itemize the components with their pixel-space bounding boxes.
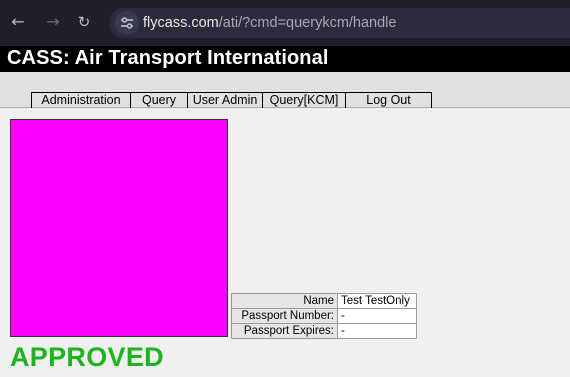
reload-icon[interactable]: ↻ [73,11,95,33]
menu-item-query-kcm[interactable]: Query[KCM] [263,93,346,108]
passport-expires-label: Passport Expires: [231,323,338,339]
menu-item-query[interactable]: Query [131,93,188,108]
crew-info-table: Name Test TestOnly Passport Number: - Pa… [231,293,417,339]
url-host: flycass.com [143,15,219,31]
page-content: CASS: Air Transport International Admini… [0,46,570,377]
menu-item-user-admin[interactable]: User Admin [188,93,263,108]
browser-toolbar: ← → ↻ flycass.com/ati/?cmd=querykcm/hand… [0,0,570,46]
page-header: CASS: Air Transport International [0,46,570,72]
site-settings-icon[interactable] [115,11,139,35]
name-label: Name [231,293,338,309]
name-value: Test TestOnly [337,293,417,309]
passport-expires-value: - [337,323,417,339]
table-row: Passport Expires: - [231,323,417,339]
main-menu: Administration Query User Admin Query[KC… [31,92,432,108]
menu-strip: Administration Query User Admin Query[KC… [0,72,570,108]
url-text[interactable]: flycass.com/ati/?cmd=querykcm/handle [143,8,396,38]
menu-item-administration[interactable]: Administration [32,93,131,108]
table-row: Name Test TestOnly [231,293,417,309]
back-arrow-icon[interactable]: ← [7,11,29,33]
url-path: /ati/?cmd=querykcm/handle [218,15,397,31]
page-title: CASS: Air Transport International [7,47,329,69]
approval-status: APPROVED [10,342,164,372]
passport-number-label: Passport Number: [231,308,338,324]
badge-photo [10,119,228,337]
forward-arrow-icon[interactable]: → [42,11,64,33]
table-row: Passport Number: - [231,308,417,324]
menu-item-log-out[interactable]: Log Out [346,93,431,108]
address-bar[interactable]: flycass.com/ati/?cmd=querykcm/handle [109,8,570,38]
passport-number-value: - [337,308,417,324]
